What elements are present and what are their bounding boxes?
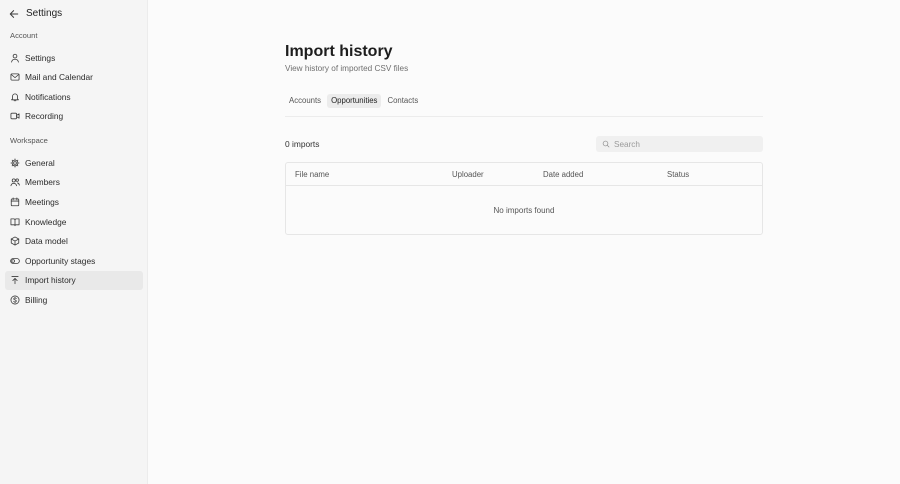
- sidebar-item-label: Data model: [25, 236, 68, 247]
- sidebar-item-knowledge[interactable]: Knowledge: [5, 212, 143, 231]
- bell-icon: [10, 92, 20, 102]
- section-label-workspace: Workspace: [10, 136, 48, 146]
- dollar-circle-icon: [10, 295, 20, 305]
- column-header-file-name[interactable]: File name: [286, 170, 452, 179]
- upload-icon: [10, 275, 20, 285]
- gear-icon: [10, 158, 20, 168]
- back-arrow-icon[interactable]: [8, 8, 20, 20]
- sidebar-item-data-model[interactable]: Data model: [5, 232, 143, 251]
- sidebar-item-label: Import history: [25, 275, 76, 286]
- sidebar-header: Settings: [8, 7, 143, 20]
- column-header-date-added[interactable]: Date added: [543, 170, 667, 179]
- app-window: Settings Account Settings Mail and Calen…: [0, 0, 900, 484]
- section-label-account: Account: [10, 31, 38, 40]
- page-title: Import history: [285, 43, 393, 60]
- sidebar-item-label: Settings: [25, 52, 56, 63]
- sidebar-item-import-history[interactable]: Import history: [5, 270, 143, 290]
- sidebar: Settings Account Settings Mail and Calen…: [0, 0, 148, 484]
- sidebar-item-label: Meetings: [25, 197, 59, 208]
- sidebar-title: Settings: [26, 8, 63, 19]
- sidebar-item-notifications[interactable]: Notifications: [5, 87, 143, 106]
- sidebar-item-label: General: [25, 157, 55, 168]
- sidebar-item-label: Recording: [25, 111, 64, 122]
- sidebar-item-general[interactable]: General: [5, 153, 143, 172]
- sidebar-item-label: Billing: [25, 295, 48, 306]
- sidebar-item-billing[interactable]: Billing: [5, 291, 143, 310]
- main-content: Import history View history of imported …: [148, 0, 900, 484]
- users-icon: [10, 177, 20, 187]
- mail-icon: [10, 72, 20, 82]
- sidebar-item-settings[interactable]: Settings: [5, 48, 143, 67]
- search-icon: [602, 140, 610, 148]
- sidebar-item-recording[interactable]: Recording: [5, 107, 143, 126]
- empty-state: No imports found: [493, 205, 555, 215]
- sidebar-item-opportunity-stages[interactable]: Opportunity stages: [5, 251, 143, 270]
- sidebar-item-label: Members: [25, 177, 60, 188]
- sidebar-item-label: Notifications: [25, 91, 71, 102]
- toolbar: 0 imports: [285, 135, 763, 153]
- tab-opportunities[interactable]: Opportunities: [327, 94, 382, 108]
- book-icon: [10, 217, 20, 227]
- cube-icon: [10, 236, 20, 246]
- video-icon: [10, 111, 20, 121]
- tab-bar: Accounts Opportunities Contacts: [285, 94, 763, 117]
- table-header: File name Uploader Date added Status: [286, 163, 762, 186]
- sidebar-item-mail-and-calendar[interactable]: Mail and Calendar: [5, 68, 143, 87]
- user-icon: [10, 53, 20, 63]
- sidebar-item-meetings[interactable]: Meetings: [5, 193, 143, 212]
- tab-contacts[interactable]: Contacts: [383, 94, 422, 108]
- sidebar-item-label: Opportunity stages: [25, 255, 96, 266]
- calendar-icon: [10, 197, 20, 207]
- imports-count: 0 imports: [285, 139, 320, 149]
- column-header-status[interactable]: Status: [667, 170, 762, 179]
- sidebar-item-label: Knowledge: [25, 216, 67, 227]
- sidebar-item-label: Mail and Calendar: [25, 72, 93, 83]
- column-header-uploader[interactable]: Uploader: [452, 170, 543, 179]
- imports-table: File name Uploader Date added Status No …: [285, 162, 763, 235]
- toggle-icon: [10, 256, 20, 266]
- page-subtitle: View history of imported CSV files: [285, 64, 409, 73]
- search-input[interactable]: [614, 139, 754, 149]
- tab-accounts[interactable]: Accounts: [285, 94, 325, 108]
- search-box[interactable]: [596, 136, 763, 152]
- sidebar-item-members[interactable]: Members: [5, 173, 143, 192]
